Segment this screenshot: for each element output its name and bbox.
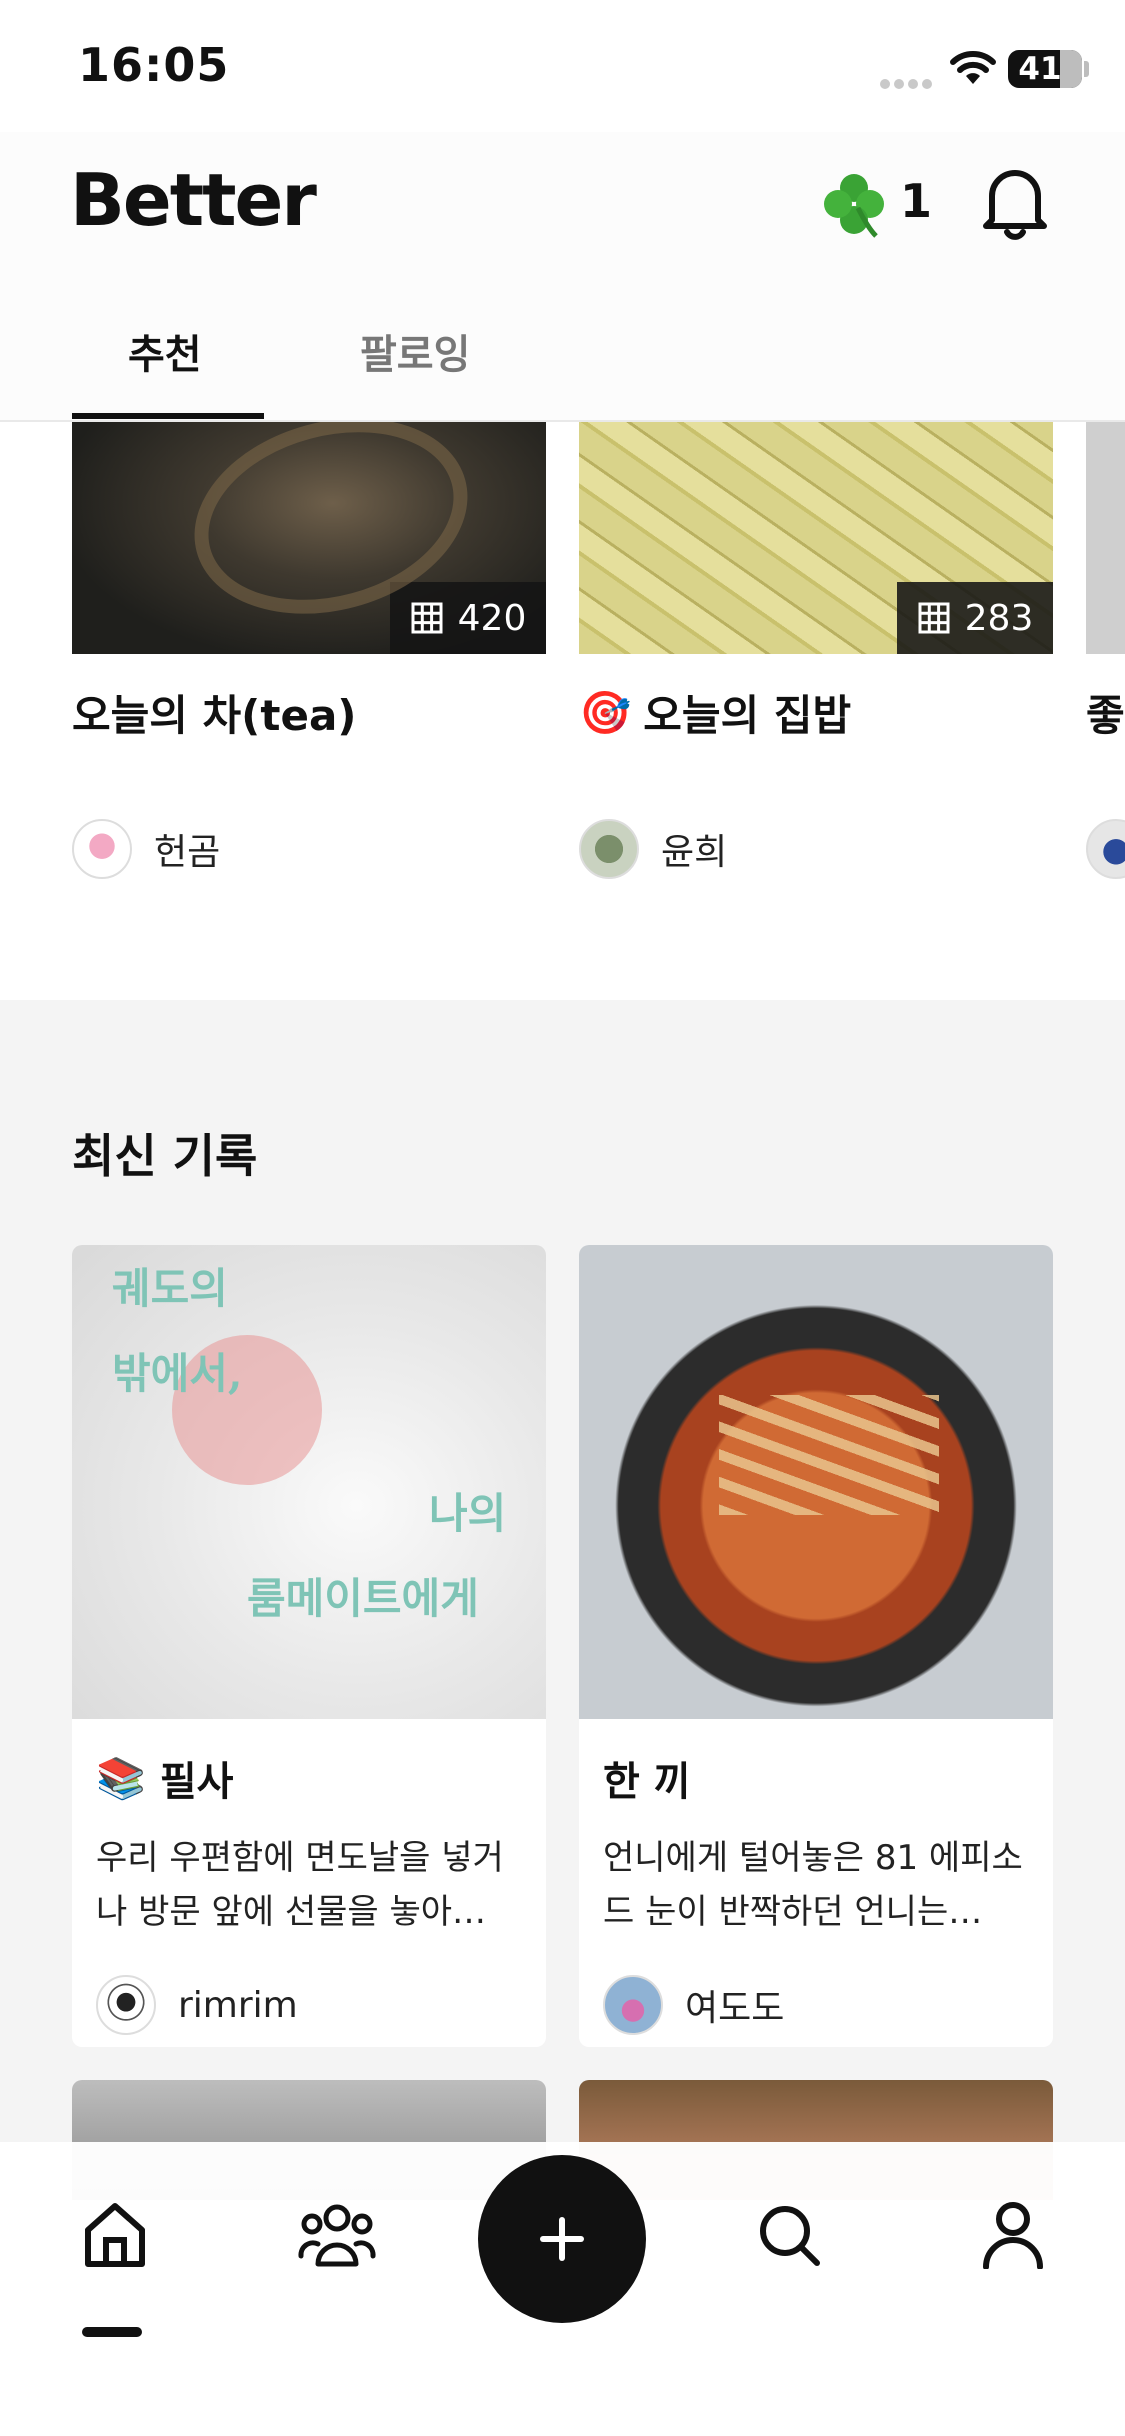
status-time: 16:05: [78, 38, 230, 92]
post-card[interactable]: 궤도의 밖에서, 나의 룸메이트에게 📚 필사 우리 우편함에 면도날을 넣거나…: [72, 1245, 546, 2047]
bottom-nav: [0, 2142, 1125, 2436]
clover-icon[interactable]: [818, 168, 890, 240]
battery-level: 41: [1018, 51, 1062, 87]
challenge-author: [1086, 819, 1125, 879]
search-icon: [760, 2206, 820, 2266]
battery-icon: 41: [1008, 50, 1082, 88]
challenge-card[interactable]: 420 오늘의 차(tea) 헌곰: [72, 422, 546, 879]
author-name: 헌곰: [154, 832, 221, 873]
grid-icon: [918, 602, 950, 634]
challenge-title-text: 오늘의 집밥: [643, 691, 852, 740]
challenge-author[interactable]: 헌곰: [72, 819, 546, 879]
challenge-title-text: 좋: [1086, 691, 1125, 740]
plus-icon: [540, 2217, 584, 2261]
challenge-card-partial[interactable]: 좋: [1086, 422, 1125, 879]
post-title-text: 한 끼: [603, 1759, 691, 1805]
book-cover-text: 룸메이트에게: [247, 1574, 479, 1623]
books-emoji-icon: 📚: [96, 1755, 146, 1802]
active-tab-indicator: [72, 413, 264, 419]
nav-community[interactable]: [292, 2190, 382, 2280]
post-image: 궤도의 밖에서, 나의 룸메이트에게: [72, 1245, 546, 1719]
book-cover-text: 궤도의: [112, 1264, 228, 1313]
post-author[interactable]: rimrim: [96, 1975, 522, 2035]
post-title: 📚 필사: [96, 1749, 522, 1807]
profile-icon: [983, 2202, 1043, 2269]
nav-search[interactable]: [744, 2190, 834, 2280]
status-bar: 16:05 41: [0, 0, 1125, 132]
app-logo: Better: [70, 158, 317, 242]
avatar: [96, 1975, 156, 2035]
avatar: [603, 1975, 663, 2035]
add-record-button[interactable]: [478, 2155, 646, 2323]
book-cover-text: 밖에서,: [112, 1349, 243, 1398]
wifi-icon: [950, 51, 996, 84]
challenge-thumbnail: 283: [579, 422, 1053, 654]
challenge-title[interactable]: 오늘의 차(tea): [72, 682, 546, 743]
post-title-text: 필사: [159, 1759, 234, 1805]
avatar: [579, 819, 639, 879]
tab-recommend[interactable]: 추천: [128, 322, 202, 380]
record-count: 420: [457, 597, 527, 639]
post-excerpt: 언니에게 털어놓은 81 에피소드 눈이 반짝하던 언니는…: [603, 1838, 1023, 1932]
record-count-badge: 283: [897, 582, 1053, 654]
clover-count: 1: [900, 174, 933, 228]
post-image: [579, 1245, 1053, 1719]
post-author[interactable]: 여도도: [603, 1975, 1029, 2035]
active-nav-indicator: [82, 2327, 142, 2337]
people-icon: [298, 2204, 376, 2267]
challenge-thumbnail: [1086, 422, 1125, 654]
avatar: [1086, 819, 1125, 879]
challenge-card[interactable]: 283 🎯 오늘의 집밥 윤희: [579, 422, 1053, 879]
challenge-title[interactable]: 좋: [1086, 682, 1125, 743]
post-excerpt: 우리 우편함에 면도날을 넣거나 방문 앞에 선물을 놓아…: [96, 1838, 504, 1932]
challenge-thumbnail: 420: [72, 422, 546, 654]
author-name: 여도도: [685, 1988, 785, 2029]
app-header: Better 1 추천 팔로잉: [0, 132, 1125, 422]
nav-profile[interactable]: [968, 2190, 1058, 2280]
signal-icon: [880, 74, 936, 93]
challenge-title[interactable]: 🎯 오늘의 집밥: [579, 682, 1053, 743]
bell-icon[interactable]: [982, 164, 1048, 240]
author-name: 윤희: [661, 832, 728, 873]
post-card[interactable]: 한 끼 언니에게 털어놓은 81 에피소드 눈이 반짝하던 언니는… 여도도: [579, 1245, 1053, 2047]
target-emoji-icon: 🎯: [579, 687, 632, 737]
tab-following[interactable]: 팔로잉: [360, 322, 470, 380]
author-name: rimrim: [178, 1984, 298, 2026]
book-cover-text: 나의: [429, 1489, 507, 1538]
avatar: [72, 819, 132, 879]
challenge-title-text: 오늘의 차(tea): [72, 691, 357, 740]
home-icon: [85, 2203, 145, 2267]
record-count-badge: 420: [390, 582, 546, 654]
post-title: 한 끼: [603, 1749, 1029, 1807]
challenge-author[interactable]: 윤희: [579, 819, 1053, 879]
challenge-carousel[interactable]: 420 오늘의 차(tea) 헌곰 283 🎯 오늘의 집밥 윤희 좋: [0, 422, 1125, 1000]
record-count: 283: [964, 597, 1034, 639]
section-title: 최신 기록: [72, 1129, 258, 1183]
nav-home[interactable]: [70, 2190, 160, 2280]
grid-icon: [411, 602, 443, 634]
